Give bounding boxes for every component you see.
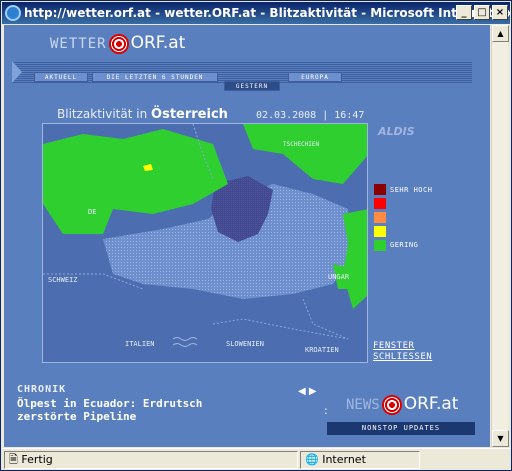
browser-window: http://wetter.orf.at - wetter.ORF.at - B… bbox=[0, 0, 512, 471]
label-schweiz: SCHWEIZ bbox=[48, 276, 78, 284]
legend-swatch-medium bbox=[374, 212, 386, 223]
map-heading: Blitzaktivität in Österreich bbox=[57, 107, 228, 122]
heading-prefix: Blitzaktivität in bbox=[57, 107, 148, 121]
map-datetime: 02.03.2008 | 16:47 bbox=[256, 110, 365, 121]
orf-target-icon bbox=[108, 34, 129, 54]
legend-label-low: GERING bbox=[390, 241, 419, 249]
prev-arrow-icon[interactable]: ◀ bbox=[298, 386, 306, 397]
nonstop-updates-banner[interactable]: NONSTOP UPDATES bbox=[327, 422, 475, 435]
legend-swatch-high bbox=[374, 198, 386, 209]
label-slowenien: SLOWENIEN bbox=[226, 340, 264, 348]
label-tschechien: TSCHECHIEN bbox=[283, 141, 320, 148]
map-date: 02.03.2008 bbox=[256, 110, 317, 121]
label-ungarn: UNGAR bbox=[328, 273, 350, 281]
chronik-headline[interactable]: Ölpest in Ecuador: Erdrutsch zerstörte P… bbox=[17, 397, 202, 423]
maximize-button[interactable]: □ bbox=[474, 5, 490, 20]
chronik-line2: zerstörte Pipeline bbox=[17, 410, 137, 423]
sea-waves bbox=[172, 337, 198, 347]
legend-label-high: SEHR HOCH bbox=[390, 186, 433, 194]
nav-bar: AKTUELL DIE LETZTEN 6 STUNDEN GESTERN EU… bbox=[12, 61, 472, 91]
ie-icon bbox=[5, 5, 21, 21]
tab-europa[interactable]: EUROPA bbox=[288, 72, 342, 82]
map-svg: DE SCHWEIZ ITALIEN SLOWENIEN KROATIEN UN… bbox=[43, 124, 367, 354]
news-target-icon bbox=[381, 395, 402, 415]
news-arrows: ◀ ▶ bbox=[298, 386, 317, 397]
minimize-button[interactable]: _ bbox=[456, 5, 472, 20]
heading-region: Österreich bbox=[151, 107, 228, 122]
scroll-down-icon[interactable]: ▼ bbox=[492, 430, 509, 447]
tab-gestern-label: GESTERN bbox=[235, 83, 269, 90]
logo-brand: ORF.at bbox=[130, 33, 186, 53]
aldis-logo[interactable]: ALDIS bbox=[378, 125, 415, 138]
label-de: DE bbox=[88, 208, 96, 216]
green-cell-e bbox=[343, 209, 367, 309]
tab-aktuell[interactable]: AKTUELL bbox=[34, 72, 88, 82]
separator-dots: : bbox=[324, 404, 328, 417]
wetter-logo[interactable]: WETTER ORF.at bbox=[50, 33, 185, 54]
status-text: 🗎 Fertig bbox=[4, 451, 298, 469]
legend-swatch-low-medium bbox=[374, 226, 386, 237]
news-brand: ORF.at bbox=[403, 394, 459, 414]
map-time: 16:47 bbox=[334, 110, 365, 121]
status-left: Fertig bbox=[21, 453, 53, 466]
tab-gestern[interactable]: GESTERN bbox=[224, 81, 280, 91]
vertical-scrollbar[interactable]: ▲ ▼ bbox=[491, 25, 509, 447]
globe-icon: 🌐 bbox=[305, 453, 319, 466]
chronik-line1: Ölpest in Ecuador: Erdrutsch bbox=[17, 397, 203, 410]
label-kroatien: KROATIEN bbox=[305, 346, 339, 354]
title-bar: http://wetter.orf.at - wetter.ORF.at - B… bbox=[2, 2, 510, 24]
page-content: WETTER ORF.at AKTUELL DIE LETZTEN 6 STUND… bbox=[4, 25, 490, 447]
close-link-line1: FENSTER bbox=[373, 341, 415, 351]
label-italien: ITALIEN bbox=[125, 340, 155, 348]
news-prefix: NEWS bbox=[346, 397, 380, 413]
zone-label: Internet bbox=[322, 453, 366, 466]
close-link-line2: SCHLIESSEN bbox=[373, 352, 433, 362]
close-window-link[interactable]: FENSTER SCHLIESSEN bbox=[373, 341, 432, 363]
scroll-up-icon[interactable]: ▲ bbox=[492, 25, 509, 42]
legend-swatch-low bbox=[374, 240, 386, 251]
window-title: http://wetter.orf.at - wetter.ORF.at - B… bbox=[24, 6, 510, 20]
legend-swatch-very-high bbox=[374, 184, 386, 195]
page-done-icon: 🗎 bbox=[9, 453, 18, 466]
news-logo[interactable]: NEWS ORF.at bbox=[346, 394, 458, 415]
zone-cell: 🌐 Internet bbox=[300, 451, 420, 469]
green-cell-ne bbox=[243, 124, 367, 184]
next-arrow-icon[interactable]: ▶ bbox=[309, 386, 317, 397]
logo-prefix: WETTER bbox=[50, 36, 107, 52]
chronik-label: CHRONIK bbox=[17, 384, 67, 395]
tab-letzten-6-stunden[interactable]: DIE LETZTEN 6 STUNDEN bbox=[92, 72, 218, 82]
close-button[interactable]: × bbox=[492, 5, 508, 20]
status-bar: 🗎 Fertig 🌐 Internet bbox=[2, 448, 510, 470]
lightning-map: DE SCHWEIZ ITALIEN SLOWENIEN KROATIEN UN… bbox=[42, 123, 368, 363]
nav-arrow-icon bbox=[12, 61, 22, 83]
